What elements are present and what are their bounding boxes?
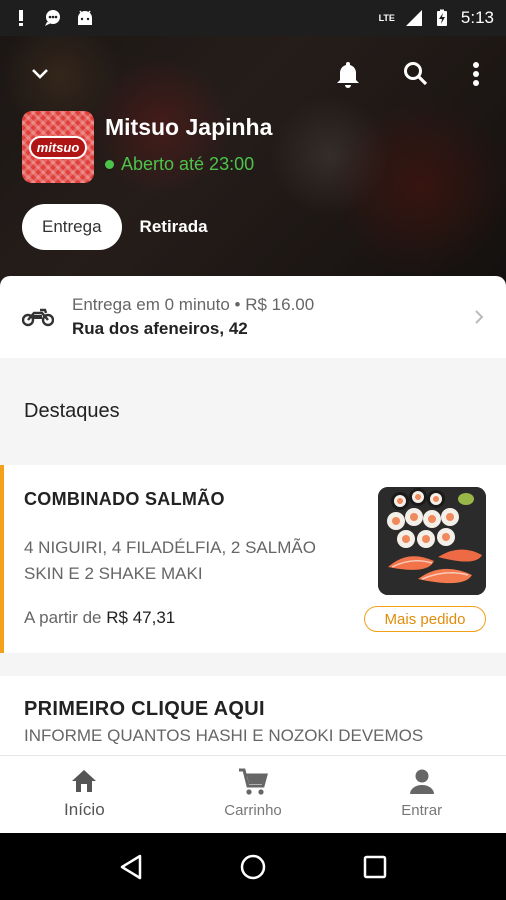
nav-home[interactable]: Início: [0, 756, 169, 833]
store-logo: mitsuo: [22, 111, 94, 183]
nav-cart[interactable]: Carrinho: [169, 756, 338, 833]
product-description: 4 NIGUIRI, 4 FILADÉLFIA, 2 SALMÃO SKIN E…: [24, 538, 316, 583]
delivery-mode-button[interactable]: Entrega: [22, 204, 122, 250]
chevron-down-icon: [32, 69, 48, 79]
status-dot-icon: [105, 160, 114, 169]
product-price: A partir de R$ 47,31: [24, 608, 175, 628]
nav-home-label: Início: [64, 800, 105, 819]
bottom-navigation: Início Carrinho Entrar: [0, 755, 506, 833]
highlights-title: Destaques: [24, 400, 120, 422]
nav-cart-label: Carrinho: [224, 802, 282, 819]
order-mode-toggle: Entrega Retirada: [22, 204, 208, 250]
system-navigation-bar: [0, 833, 506, 900]
signal-icon: [405, 10, 422, 26]
battery-charging-icon: [436, 9, 447, 26]
cart-icon: [239, 768, 268, 795]
clock: 5:13: [460, 8, 494, 27]
user-icon: [409, 769, 434, 794]
bell-icon: [337, 62, 359, 88]
more-vertical-icon: [473, 62, 479, 86]
logo-text: mitsuo: [28, 135, 88, 159]
home-icon: [72, 770, 97, 792]
collapse-button[interactable]: [24, 58, 56, 90]
back-icon[interactable]: [118, 853, 144, 881]
more-options-button[interactable]: [460, 58, 492, 90]
open-status-text: Aberto até 23:00: [121, 154, 255, 174]
product-card[interactable]: COMBINADO SALMÃO 4 NIGUIRI, 4 FILADÉLFIA…: [0, 465, 506, 653]
product-description: INFORME QUANTOS HASHI E NOZOKI DEVEMOS: [24, 726, 424, 745]
recents-icon[interactable]: [362, 854, 388, 880]
search-button[interactable]: [400, 58, 432, 90]
store-name: Mitsuo Japinha: [105, 114, 273, 140]
delivery-address: Rua dos afeneiros, 42: [72, 319, 248, 338]
product-card[interactable]: PRIMEIRO CLIQUE AQUI INFORME QUANTOS HAS…: [0, 676, 506, 756]
product-name: COMBINADO SALMÃO: [24, 489, 225, 509]
notifications-button[interactable]: [332, 58, 364, 90]
android-icon: [78, 10, 92, 25]
most-ordered-badge: Mais pedido: [364, 606, 486, 632]
pickup-mode-button[interactable]: Retirada: [140, 217, 208, 237]
price-value: R$ 47,31: [106, 608, 176, 627]
network-label: LTE: [378, 13, 395, 23]
product-image: [378, 487, 486, 595]
price-prefix: A partir de: [24, 608, 102, 627]
delivery-estimate: Entrega em 0 minuto • R$ 16.00: [72, 295, 315, 314]
chevron-right-icon: [475, 310, 484, 324]
motorcycle-icon: [22, 308, 54, 327]
chat-icon: [45, 10, 60, 26]
delivery-info-row[interactable]: Entrega em 0 minuto • R$ 16.00 Rua dos a…: [0, 276, 506, 358]
search-icon: [404, 62, 428, 86]
nav-login-label: Entrar: [401, 802, 443, 819]
open-status: Aberto até 23:00: [105, 154, 254, 175]
nav-login[interactable]: Entrar: [337, 756, 506, 833]
store-header: mitsuo Mitsuo Japinha Aberto até 23:00 E…: [0, 36, 506, 286]
product-name: PRIMEIRO CLIQUE AQUI: [24, 698, 265, 720]
alert-icon: [19, 10, 23, 26]
status-bar: LTE 5:13: [0, 0, 506, 36]
home-circle-icon[interactable]: [239, 853, 267, 881]
